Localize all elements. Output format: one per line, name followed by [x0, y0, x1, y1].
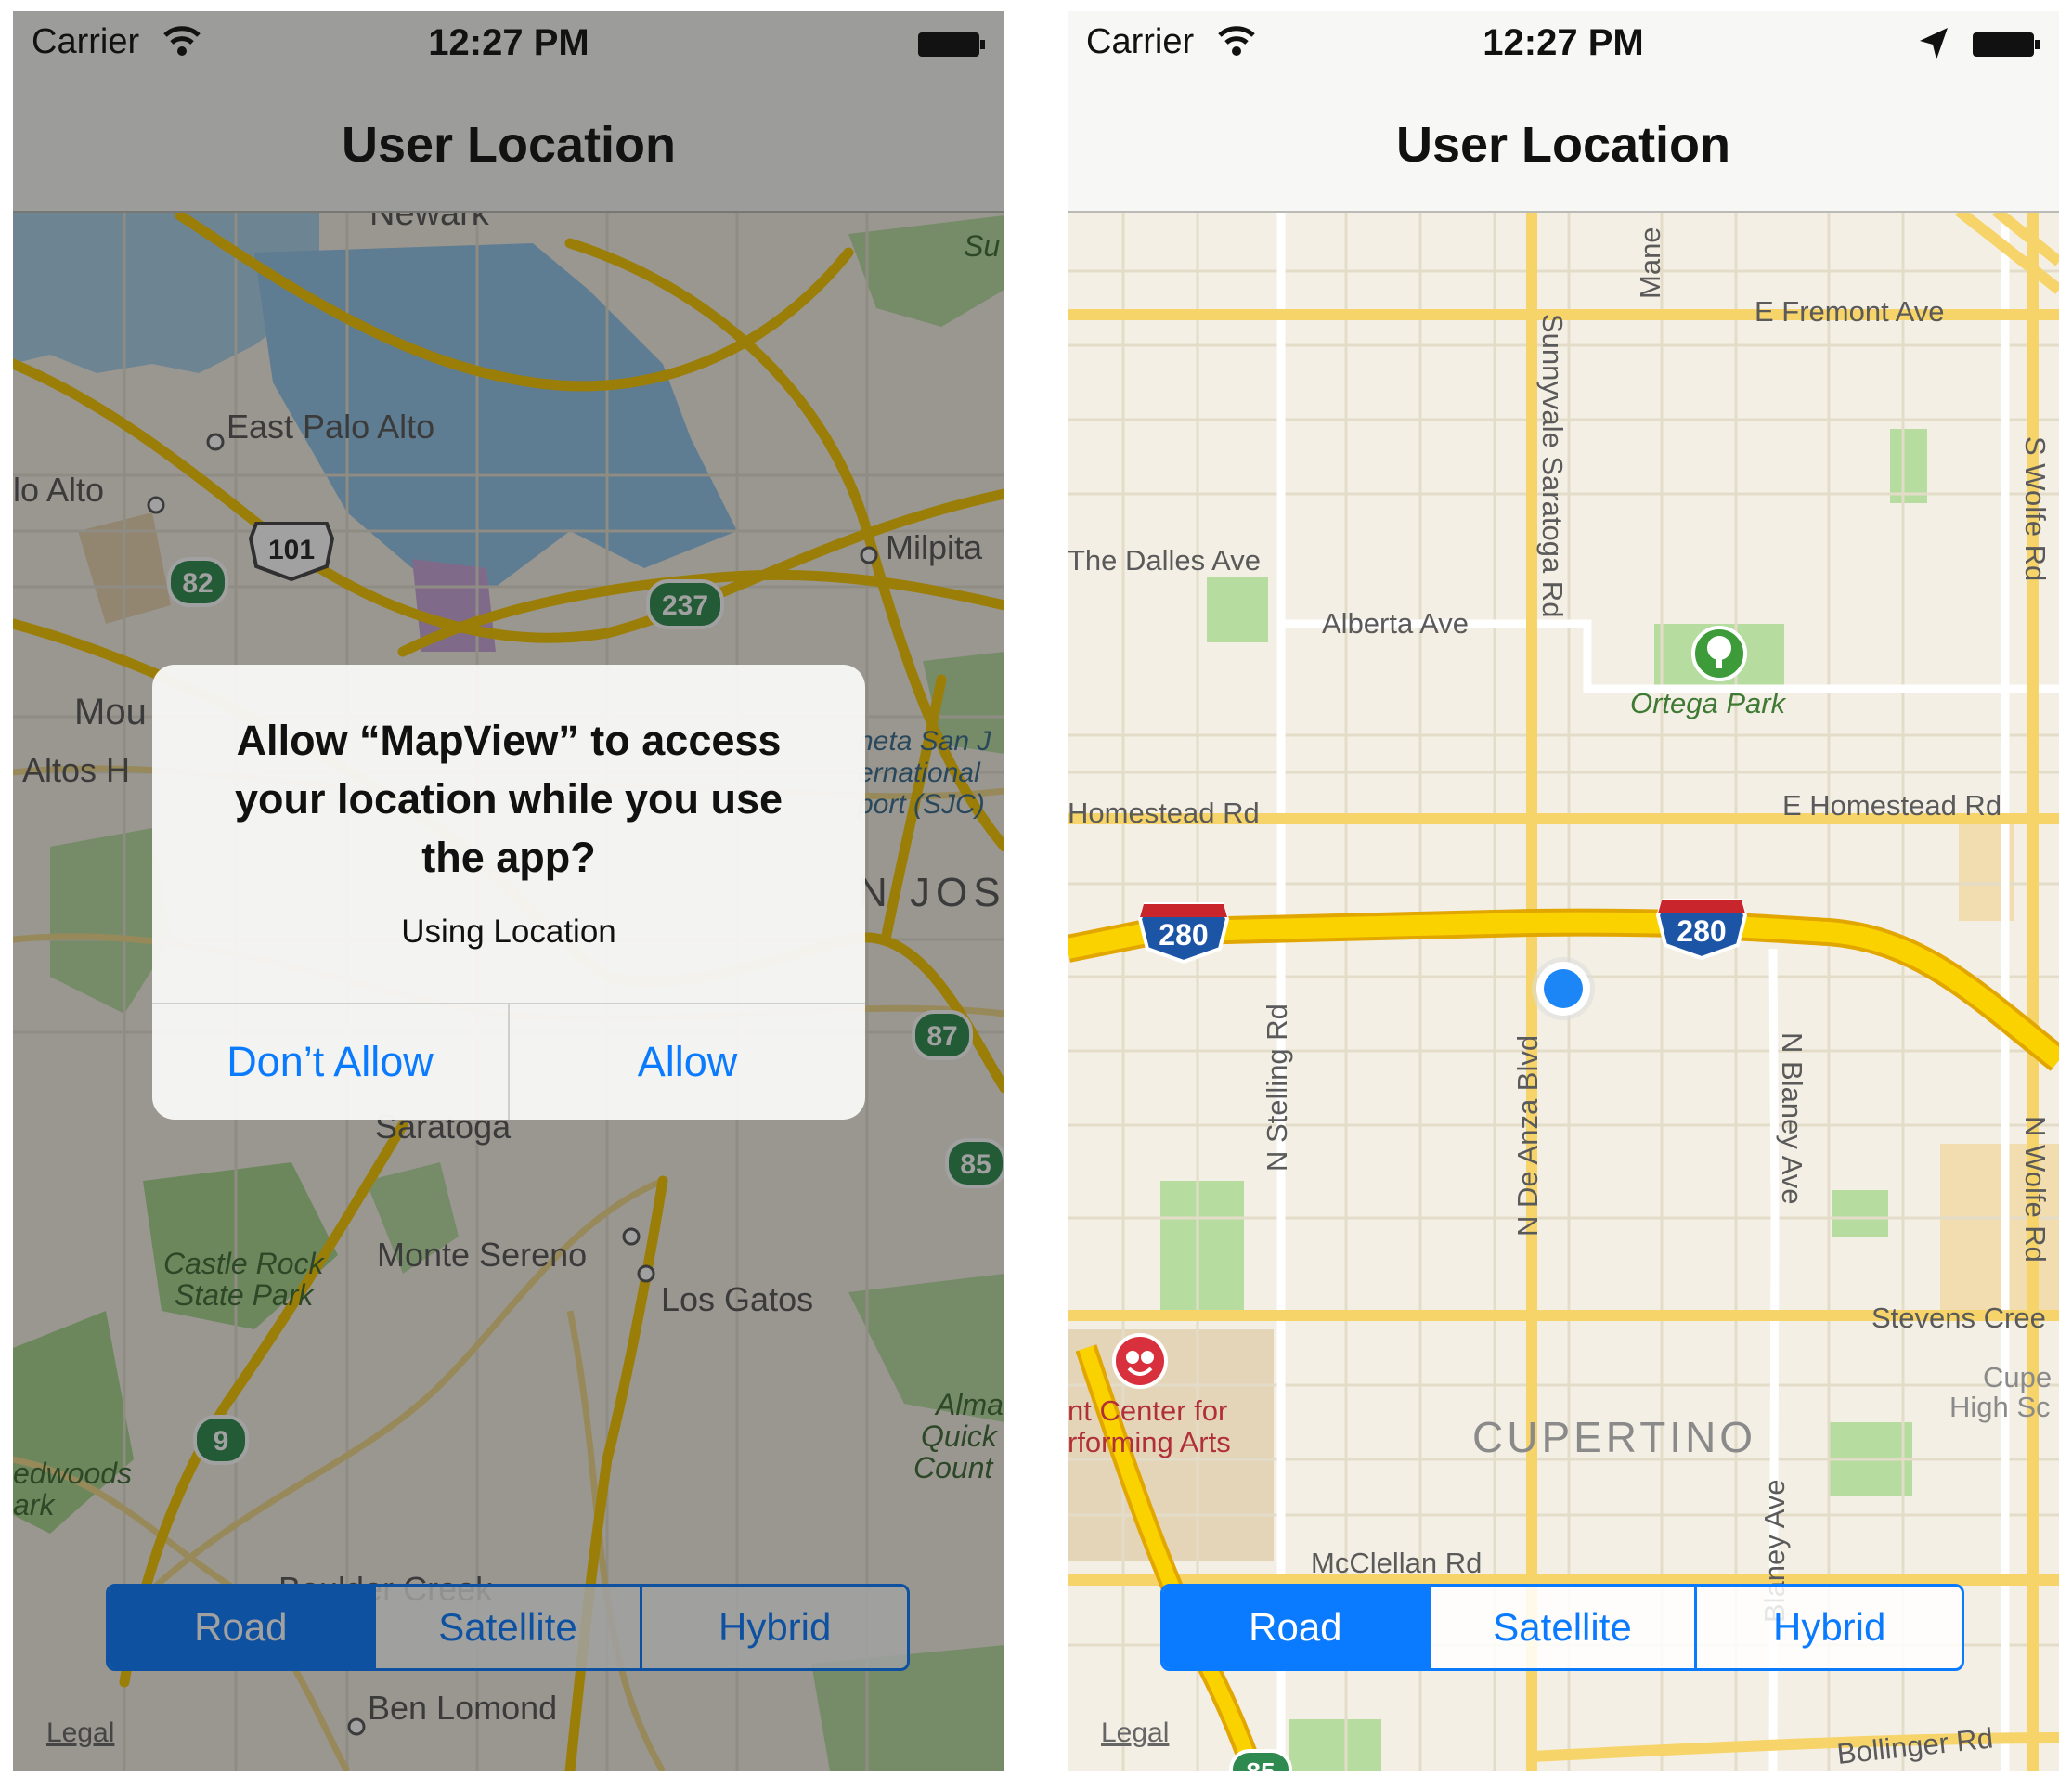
alert-title-line-1: Allow “MapView” to access	[236, 717, 782, 764]
segment-hybrid[interactable]: Hybrid	[1694, 1587, 1962, 1668]
label-e-homestead: E Homestead Rd	[1782, 789, 2001, 822]
park-area-3	[1160, 1181, 1244, 1311]
label-n-wolfe: N Wolfe Rd	[2019, 1116, 2052, 1263]
location-permission-alert: Allow “MapView” to access your location …	[152, 665, 865, 1120]
shield-85-icon: 85	[1229, 1749, 1292, 1771]
page-title: User Location	[1395, 117, 1731, 173]
label-homestead-w: Homestead Rd	[1068, 797, 1260, 829]
dont-allow-button[interactable]: Don’t Allow	[152, 1004, 510, 1120]
alert-title-line-3: the app?	[421, 834, 596, 881]
theater-masks-icon	[1112, 1333, 1168, 1389]
label-cupe-high-2: High Sc	[1949, 1391, 2051, 1423]
label-sunnyvale-saratoga: Sunnyvale Saratoga Rd	[1536, 314, 1569, 617]
segment-road[interactable]: Road	[1163, 1587, 1428, 1668]
right-phone-screen: Mane E Fremont Ave Sunnyvale Saratoga Rd…	[1068, 11, 2059, 1771]
label-ortega-park: Ortega Park	[1630, 687, 1787, 719]
park-area-6	[1289, 1719, 1381, 1771]
park-tree-icon	[1691, 626, 1747, 681]
label-n-blaney: N Blaney Ave	[1776, 1032, 1808, 1205]
alert-title-line-2: your location while you use	[234, 775, 783, 823]
label-center-1: nt Center for	[1068, 1394, 1227, 1427]
user-location-dot	[1532, 957, 1595, 1020]
label-mane: Mane	[1634, 227, 1666, 299]
map-view[interactable]: Mane E Fremont Ave Sunnyvale Saratoga Rd…	[1068, 11, 2059, 1771]
label-mcclellan: McClellan Rd	[1311, 1547, 1482, 1579]
allow-button[interactable]: Allow	[510, 1004, 865, 1120]
label-stevens-creek: Stevens Cree	[1871, 1302, 2046, 1334]
segment-satellite[interactable]: Satellite	[1427, 1587, 1695, 1668]
status-time: 12:27 PM	[1483, 22, 1644, 63]
map-canvas: Mane E Fremont Ave Sunnyvale Saratoga Rd…	[1068, 11, 2059, 1771]
park-area-5	[1832, 1190, 1888, 1237]
status-bar: Carrier 12:27 PM	[1068, 11, 2059, 76]
label-cupe-high-1: Cupe	[1983, 1361, 2052, 1393]
label-dalles: The Dalles Ave	[1068, 544, 1261, 577]
label-s-wolfe: S Wolfe Rd	[2019, 436, 2052, 581]
park-area-2	[1207, 577, 1268, 642]
interstate-280-east-label: 280	[1677, 914, 1726, 948]
legal-link[interactable]: Legal	[1101, 1717, 1169, 1749]
battery-icon	[1973, 32, 2040, 57]
left-phone-screen: Newark East Palo Alto lo Alto Milpita Mo…	[13, 11, 1004, 1771]
alert-title: Allow “MapView” to access your location …	[189, 711, 828, 887]
label-n-de-anza: N De Anza Blvd	[1511, 1035, 1544, 1237]
navigation-bar: Carrier 12:27 PM User Location	[1068, 11, 2059, 213]
alert-message: Using Location	[401, 913, 616, 950]
label-alberta: Alberta Ave	[1322, 607, 1469, 640]
label-e-fremont: E Fremont Ave	[1755, 295, 1944, 328]
location-services-arrow-icon	[1920, 28, 1948, 59]
park-area-1	[1890, 429, 1927, 503]
label-cupertino: CUPERTINO	[1472, 1413, 1756, 1461]
map-type-segmented-control[interactable]: Road Satellite Hybrid	[1160, 1584, 1964, 1671]
interstate-280-west-label: 280	[1159, 918, 1208, 952]
shield-85-label: 85	[1246, 1757, 1275, 1771]
label-center-2: rforming Arts	[1068, 1426, 1231, 1458]
label-n-stelling: N Stelling Rd	[1261, 1004, 1293, 1172]
